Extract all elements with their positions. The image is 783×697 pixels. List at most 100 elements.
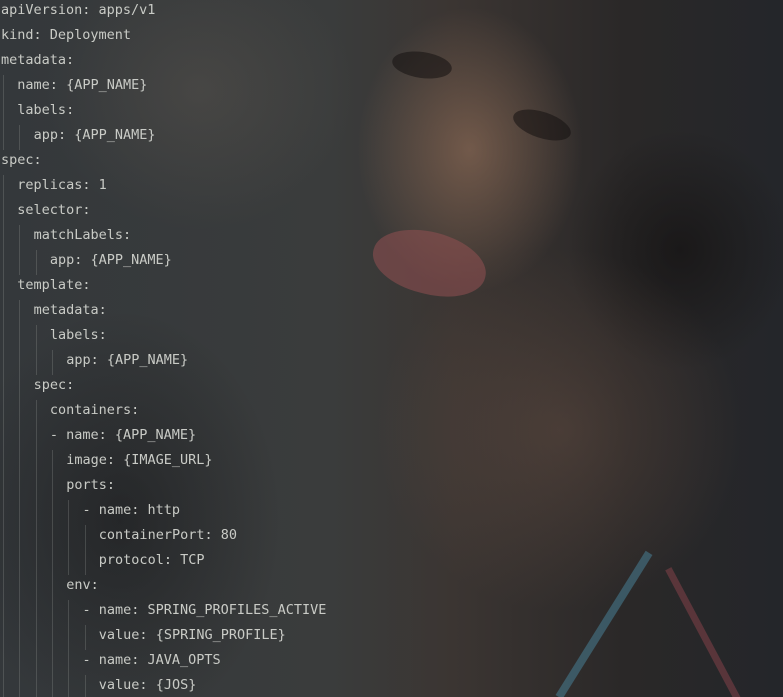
code-area[interactable]: apiVersion: apps/v1 kind: Deployment metad… (0, 0, 783, 697)
code-line[interactable]: - name: SPRING_PROFILES_ACTIVE (0, 600, 783, 625)
indent-guide (3, 200, 4, 225)
code-line-text: ports: (66, 477, 115, 493)
indent-guide (3, 625, 4, 650)
code-line[interactable]: spec: (0, 150, 783, 175)
code-line-text: matchLabels: (33, 227, 132, 243)
code-line[interactable]: apiVersion: apps/v1 (0, 0, 783, 25)
code-line-text: metadata: (33, 302, 107, 318)
indent-guide (3, 175, 4, 200)
code-line-text: value: {JOS} (98, 677, 197, 693)
code-line-text: protocol: TCP (98, 552, 205, 568)
code-line-text: - name: JAVA_OPTS (82, 652, 221, 668)
code-line[interactable]: value: {SPRING_PROFILE} (0, 625, 783, 650)
code-line[interactable]: kind: Deployment (0, 25, 783, 50)
code-line[interactable]: - name: http (0, 500, 783, 525)
code-line[interactable]: app: {APP_NAME} (0, 250, 783, 275)
code-line-text: selector: (17, 202, 91, 218)
code-line[interactable]: app: {APP_NAME} (0, 350, 783, 375)
indent-guide (35, 350, 37, 375)
indent-guide (51, 450, 53, 475)
indent-guide (68, 550, 70, 575)
code-line[interactable]: protocol: TCP (0, 550, 783, 575)
indent-guide (19, 400, 21, 425)
indent-guide (35, 650, 37, 675)
code-line-text: env: (66, 577, 99, 593)
code-line-text: labels: (49, 327, 107, 343)
code-line-text: app: {APP_NAME} (66, 352, 189, 368)
indent-guide (19, 650, 21, 675)
indent-guide (35, 400, 37, 425)
indent-guide (3, 225, 4, 250)
indent-guide (3, 525, 4, 550)
code-line-text: - name: SPRING_PROFILES_ACTIVE (82, 602, 327, 618)
indent-guide (3, 400, 4, 425)
code-line[interactable]: ports: (0, 475, 783, 500)
code-line[interactable]: containerPort: 80 (0, 525, 783, 550)
indent-guide (3, 100, 4, 125)
code-line-text: - name: {APP_NAME} (49, 427, 197, 443)
indent-guide (19, 375, 21, 400)
code-line[interactable]: metadata: (0, 300, 783, 325)
indent-guide (19, 475, 21, 500)
code-line[interactable]: - name: {APP_NAME} (0, 425, 783, 450)
indent-guide (51, 525, 53, 550)
code-line[interactable]: matchLabels: (0, 225, 783, 250)
indent-guide (35, 600, 37, 625)
indent-guide (51, 550, 53, 575)
code-line[interactable]: template: (0, 275, 783, 300)
code-editor[interactable]: apiVersion: apps/v1 kind: Deployment metad… (0, 0, 783, 697)
indent-guide (3, 125, 4, 150)
indent-guide (35, 625, 37, 650)
indent-guide (3, 425, 4, 450)
code-line-text: template: (17, 277, 91, 293)
code-line[interactable]: labels: (0, 325, 783, 350)
code-line-text: metadata: (1, 52, 75, 68)
indent-guide (51, 475, 53, 500)
indent-guide (51, 625, 53, 650)
indent-guide (84, 625, 86, 650)
indent-guide (68, 675, 70, 697)
indent-guide (51, 675, 53, 697)
indent-guide (68, 525, 70, 550)
code-line[interactable]: value: {JOS} (0, 675, 783, 697)
code-line[interactable]: selector: (0, 200, 783, 225)
indent-guide (3, 300, 4, 325)
indent-guide (3, 350, 4, 375)
indent-guide (35, 675, 37, 697)
code-line[interactable]: - name: JAVA_OPTS (0, 650, 783, 675)
code-line-text: kind: Deployment (1, 27, 132, 43)
indent-guide (19, 600, 21, 625)
indent-guide (19, 300, 21, 325)
code-line-text: spec: (1, 152, 42, 168)
code-line[interactable]: name: {APP_NAME} (0, 75, 783, 100)
indent-guide (3, 75, 4, 100)
indent-guide (3, 675, 4, 697)
indent-guide (19, 325, 21, 350)
indent-guide (3, 600, 4, 625)
code-line-text: spec: (33, 377, 75, 393)
indent-guide (35, 450, 37, 475)
indent-guide (35, 525, 37, 550)
indent-guide (19, 500, 21, 525)
indent-guide (51, 500, 53, 525)
indent-guide (51, 600, 53, 625)
code-line-text: apiVersion: apps/v1 (1, 2, 156, 18)
code-line[interactable]: labels: (0, 100, 783, 125)
indent-guide (3, 275, 4, 300)
indent-guide (68, 500, 70, 525)
indent-guide (19, 675, 21, 697)
code-line-text: app: {APP_NAME} (33, 127, 156, 143)
code-line[interactable]: containers: (0, 400, 783, 425)
code-line[interactable]: spec: (0, 375, 783, 400)
code-line-text: value: {SPRING_PROFILE} (98, 627, 286, 643)
code-line[interactable]: app: {APP_NAME} (0, 125, 783, 150)
indent-guide (19, 125, 21, 150)
code-line[interactable]: image: {IMAGE_URL} (0, 450, 783, 475)
code-line[interactable]: metadata: (0, 50, 783, 75)
code-line[interactable]: env: (0, 575, 783, 600)
indent-guide (3, 550, 4, 575)
code-line[interactable]: replicas: 1 (0, 175, 783, 200)
indent-guide (19, 350, 21, 375)
indent-guide (84, 525, 86, 550)
indent-guide (35, 425, 37, 450)
